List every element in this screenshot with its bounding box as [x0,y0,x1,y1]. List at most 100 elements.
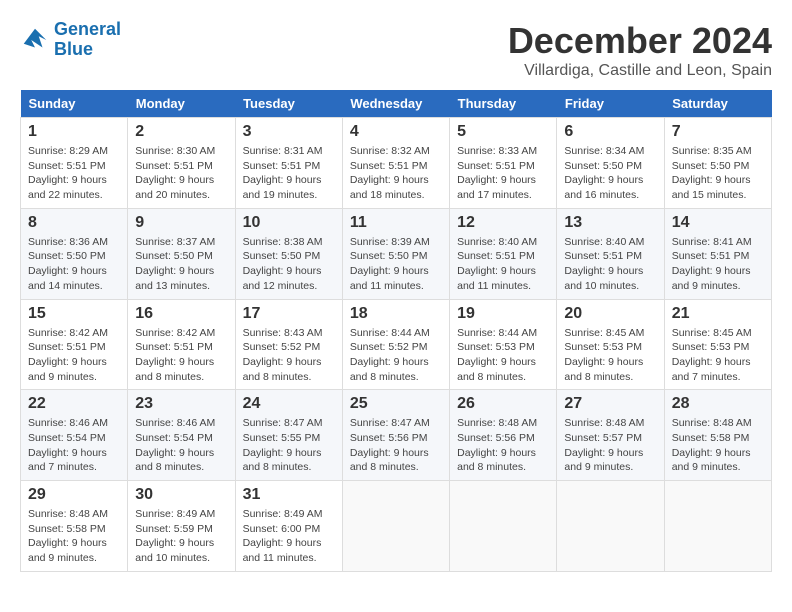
calendar-cell: 13 Sunrise: 8:40 AM Sunset: 5:51 PM Dayl… [557,208,664,299]
weekday-header-monday: Monday [128,90,235,118]
day-info: Sunrise: 8:34 AM Sunset: 5:50 PM Dayligh… [564,144,656,203]
day-info: Sunrise: 8:42 AM Sunset: 5:51 PM Dayligh… [28,326,120,385]
title-section: December 2024 Villardiga, Castille and L… [508,20,772,80]
calendar-cell: 16 Sunrise: 8:42 AM Sunset: 5:51 PM Dayl… [128,299,235,390]
day-number: 25 [350,395,442,413]
day-number: 2 [135,123,227,141]
day-info: Sunrise: 8:47 AM Sunset: 5:55 PM Dayligh… [243,416,335,475]
day-info: Sunrise: 8:48 AM Sunset: 5:56 PM Dayligh… [457,416,549,475]
day-number: 9 [135,214,227,232]
calendar-cell: 28 Sunrise: 8:48 AM Sunset: 5:58 PM Dayl… [664,390,771,481]
day-info: Sunrise: 8:29 AM Sunset: 5:51 PM Dayligh… [28,144,120,203]
location-title: Villardiga, Castille and Leon, Spain [508,62,772,80]
calendar-cell: 18 Sunrise: 8:44 AM Sunset: 5:52 PM Dayl… [342,299,449,390]
day-number: 1 [28,123,120,141]
day-info: Sunrise: 8:36 AM Sunset: 5:50 PM Dayligh… [28,235,120,294]
calendar-cell: 23 Sunrise: 8:46 AM Sunset: 5:54 PM Dayl… [128,390,235,481]
day-number: 4 [350,123,442,141]
day-number: 29 [28,486,120,504]
calendar-cell [664,481,771,572]
weekday-header-sunday: Sunday [21,90,128,118]
day-info: Sunrise: 8:40 AM Sunset: 5:51 PM Dayligh… [457,235,549,294]
calendar-cell: 31 Sunrise: 8:49 AM Sunset: 6:00 PM Dayl… [235,481,342,572]
day-number: 10 [243,214,335,232]
calendar-cell: 25 Sunrise: 8:47 AM Sunset: 5:56 PM Dayl… [342,390,449,481]
day-info: Sunrise: 8:47 AM Sunset: 5:56 PM Dayligh… [350,416,442,475]
calendar-week-2: 8 Sunrise: 8:36 AM Sunset: 5:50 PM Dayli… [21,208,772,299]
day-number: 13 [564,214,656,232]
day-info: Sunrise: 8:30 AM Sunset: 5:51 PM Dayligh… [135,144,227,203]
weekday-header-tuesday: Tuesday [235,90,342,118]
day-info: Sunrise: 8:43 AM Sunset: 5:52 PM Dayligh… [243,326,335,385]
calendar-cell: 17 Sunrise: 8:43 AM Sunset: 5:52 PM Dayl… [235,299,342,390]
day-info: Sunrise: 8:32 AM Sunset: 5:51 PM Dayligh… [350,144,442,203]
calendar-cell [342,481,449,572]
day-info: Sunrise: 8:49 AM Sunset: 5:59 PM Dayligh… [135,507,227,566]
calendar-cell: 19 Sunrise: 8:44 AM Sunset: 5:53 PM Dayl… [450,299,557,390]
calendar-cell: 12 Sunrise: 8:40 AM Sunset: 5:51 PM Dayl… [450,208,557,299]
day-number: 3 [243,123,335,141]
day-number: 17 [243,305,335,323]
weekday-header-saturday: Saturday [664,90,771,118]
calendar-cell: 29 Sunrise: 8:48 AM Sunset: 5:58 PM Dayl… [21,481,128,572]
day-number: 30 [135,486,227,504]
calendar-cell: 27 Sunrise: 8:48 AM Sunset: 5:57 PM Dayl… [557,390,664,481]
calendar-week-5: 29 Sunrise: 8:48 AM Sunset: 5:58 PM Dayl… [21,481,772,572]
weekday-header-wednesday: Wednesday [342,90,449,118]
logo: General Blue [20,20,121,60]
calendar-cell: 20 Sunrise: 8:45 AM Sunset: 5:53 PM Dayl… [557,299,664,390]
day-info: Sunrise: 8:41 AM Sunset: 5:51 PM Dayligh… [672,235,764,294]
day-number: 28 [672,395,764,413]
day-info: Sunrise: 8:46 AM Sunset: 5:54 PM Dayligh… [135,416,227,475]
weekday-header-thursday: Thursday [450,90,557,118]
day-info: Sunrise: 8:49 AM Sunset: 6:00 PM Dayligh… [243,507,335,566]
calendar-cell: 9 Sunrise: 8:37 AM Sunset: 5:50 PM Dayli… [128,208,235,299]
calendar-cell: 26 Sunrise: 8:48 AM Sunset: 5:56 PM Dayl… [450,390,557,481]
calendar-cell: 8 Sunrise: 8:36 AM Sunset: 5:50 PM Dayli… [21,208,128,299]
calendar-cell: 7 Sunrise: 8:35 AM Sunset: 5:50 PM Dayli… [664,118,771,209]
calendar-cell: 10 Sunrise: 8:38 AM Sunset: 5:50 PM Dayl… [235,208,342,299]
day-number: 20 [564,305,656,323]
day-info: Sunrise: 8:35 AM Sunset: 5:50 PM Dayligh… [672,144,764,203]
calendar-cell: 6 Sunrise: 8:34 AM Sunset: 5:50 PM Dayli… [557,118,664,209]
calendar-cell: 4 Sunrise: 8:32 AM Sunset: 5:51 PM Dayli… [342,118,449,209]
day-number: 8 [28,214,120,232]
calendar-cell: 24 Sunrise: 8:47 AM Sunset: 5:55 PM Dayl… [235,390,342,481]
day-info: Sunrise: 8:42 AM Sunset: 5:51 PM Dayligh… [135,326,227,385]
month-title: December 2024 [508,20,772,62]
calendar-cell: 14 Sunrise: 8:41 AM Sunset: 5:51 PM Dayl… [664,208,771,299]
calendar-cell: 1 Sunrise: 8:29 AM Sunset: 5:51 PM Dayli… [21,118,128,209]
day-info: Sunrise: 8:44 AM Sunset: 5:52 PM Dayligh… [350,326,442,385]
day-info: Sunrise: 8:33 AM Sunset: 5:51 PM Dayligh… [457,144,549,203]
day-number: 27 [564,395,656,413]
day-info: Sunrise: 8:48 AM Sunset: 5:58 PM Dayligh… [28,507,120,566]
day-number: 15 [28,305,120,323]
day-number: 14 [672,214,764,232]
day-number: 16 [135,305,227,323]
logo-text: General Blue [54,20,121,60]
day-number: 24 [243,395,335,413]
day-number: 12 [457,214,549,232]
calendar-cell: 5 Sunrise: 8:33 AM Sunset: 5:51 PM Dayli… [450,118,557,209]
calendar-week-4: 22 Sunrise: 8:46 AM Sunset: 5:54 PM Dayl… [21,390,772,481]
day-info: Sunrise: 8:45 AM Sunset: 5:53 PM Dayligh… [672,326,764,385]
calendar-cell: 22 Sunrise: 8:46 AM Sunset: 5:54 PM Dayl… [21,390,128,481]
day-number: 31 [243,486,335,504]
day-info: Sunrise: 8:44 AM Sunset: 5:53 PM Dayligh… [457,326,549,385]
calendar-cell: 3 Sunrise: 8:31 AM Sunset: 5:51 PM Dayli… [235,118,342,209]
calendar-week-1: 1 Sunrise: 8:29 AM Sunset: 5:51 PM Dayli… [21,118,772,209]
calendar-body: 1 Sunrise: 8:29 AM Sunset: 5:51 PM Dayli… [21,118,772,572]
day-info: Sunrise: 8:40 AM Sunset: 5:51 PM Dayligh… [564,235,656,294]
weekday-header-friday: Friday [557,90,664,118]
day-number: 11 [350,214,442,232]
calendar-cell: 2 Sunrise: 8:30 AM Sunset: 5:51 PM Dayli… [128,118,235,209]
day-info: Sunrise: 8:38 AM Sunset: 5:50 PM Dayligh… [243,235,335,294]
calendar-table: SundayMondayTuesdayWednesdayThursdayFrid… [20,90,772,572]
day-number: 5 [457,123,549,141]
day-info: Sunrise: 8:48 AM Sunset: 5:57 PM Dayligh… [564,416,656,475]
calendar-cell: 11 Sunrise: 8:39 AM Sunset: 5:50 PM Dayl… [342,208,449,299]
day-number: 26 [457,395,549,413]
calendar-week-3: 15 Sunrise: 8:42 AM Sunset: 5:51 PM Dayl… [21,299,772,390]
logo-icon [20,25,50,55]
day-info: Sunrise: 8:37 AM Sunset: 5:50 PM Dayligh… [135,235,227,294]
